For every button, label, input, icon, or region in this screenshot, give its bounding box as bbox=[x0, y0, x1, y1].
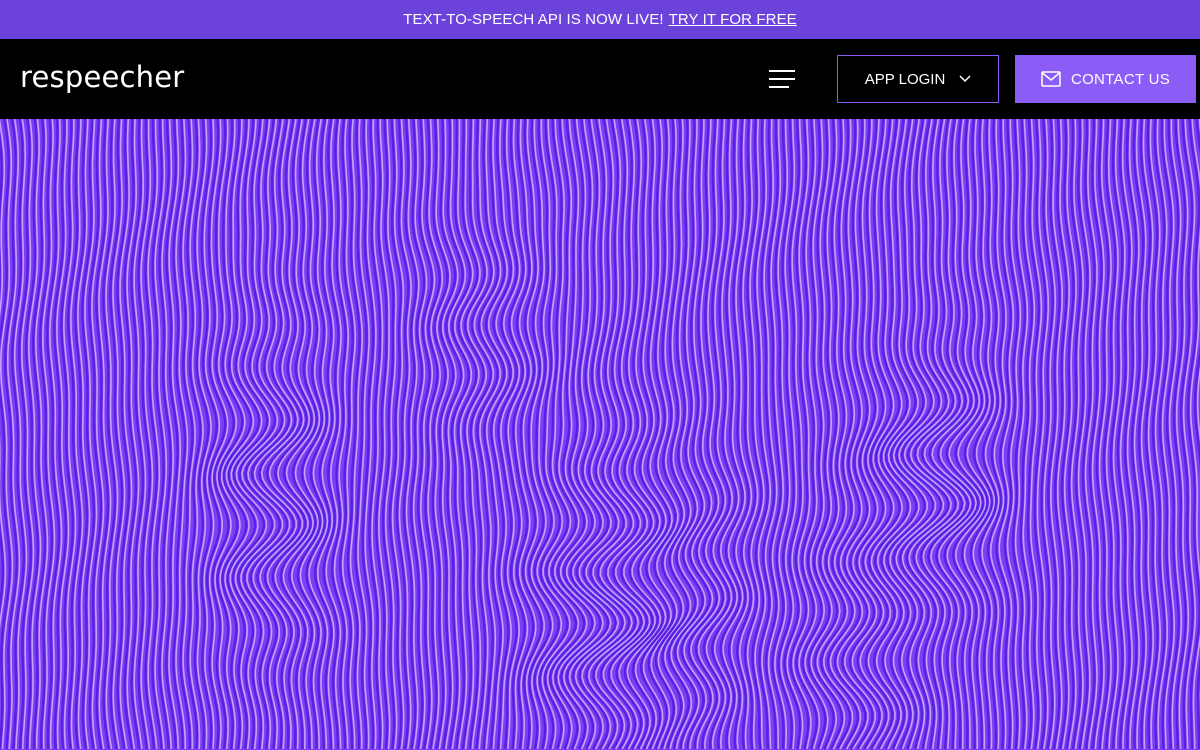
app-login-button[interactable]: APP LOGIN bbox=[837, 55, 999, 103]
hamburger-menu-icon bbox=[769, 70, 795, 88]
respeecher-logo[interactable]: respeecher bbox=[20, 60, 184, 94]
chevron-down-icon bbox=[959, 75, 971, 83]
app-login-label: APP LOGIN bbox=[864, 70, 946, 88]
top-navbar: respeecher APP LOGIN CONTACT US bbox=[0, 39, 1200, 119]
hero-wave-graphic bbox=[0, 119, 1200, 750]
mail-icon bbox=[1041, 71, 1061, 87]
menu-button[interactable] bbox=[766, 66, 798, 92]
try-free-link[interactable]: TRY IT FOR FREE bbox=[669, 11, 797, 28]
hero-wave-lines bbox=[0, 119, 1200, 750]
announcement-text: TEXT-TO-SPEECH API IS NOW LIVE! bbox=[403, 11, 664, 28]
announcement-bar: TEXT-TO-SPEECH API IS NOW LIVE! TRY IT F… bbox=[0, 0, 1200, 39]
contact-us-button[interactable]: CONTACT US bbox=[1015, 55, 1196, 103]
contact-us-label: CONTACT US bbox=[1070, 70, 1171, 88]
